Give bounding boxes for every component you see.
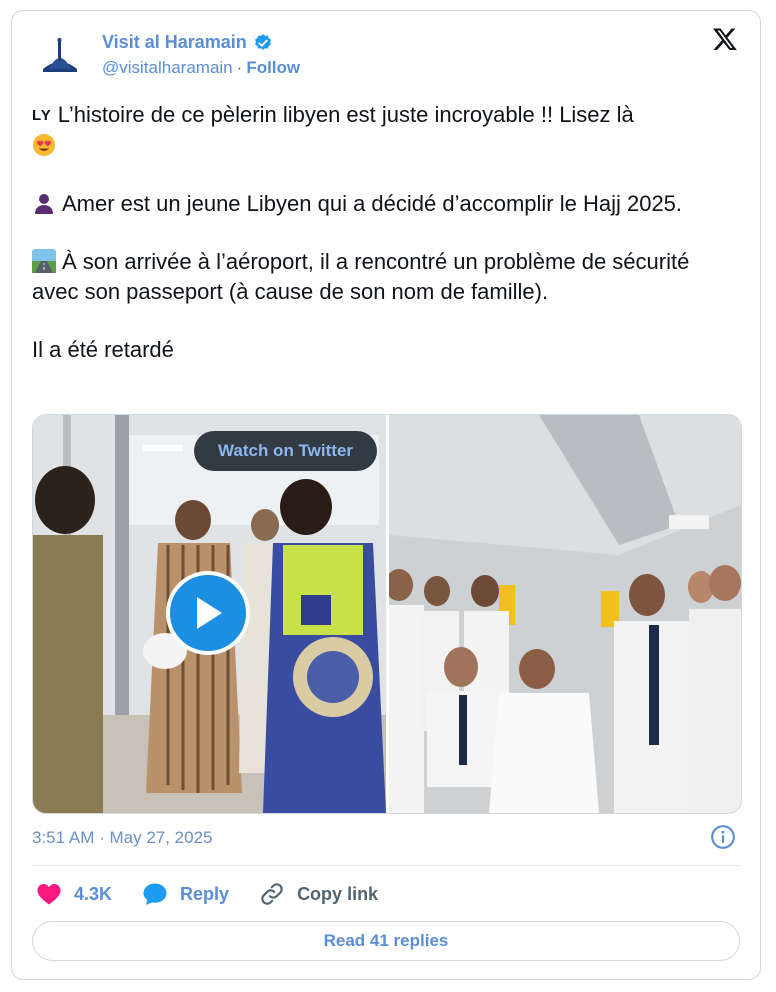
tweet-line-4: Il a été retardé	[32, 335, 732, 365]
play-button[interactable]	[166, 571, 250, 655]
avatar-mosque-icon	[43, 38, 77, 72]
reply-label: Reply	[180, 883, 230, 904]
tweet-line-2: Amer est un jeune Libyen qui a décidé d’…	[32, 189, 732, 219]
verified-badge-icon	[254, 33, 271, 50]
crew-photo[interactable]	[389, 415, 741, 813]
reply-button[interactable]: Reply	[142, 882, 229, 906]
copy-link-label: Copy link	[297, 883, 379, 904]
action-bar: 4.3K Reply Copy link	[36, 878, 408, 910]
airplane-crew-illustration	[389, 415, 741, 813]
author-handle[interactable]: @visitalharamain	[102, 58, 233, 77]
separator-dot: ·	[236, 58, 243, 77]
media-grid: Watch on Twitter	[32, 414, 742, 814]
tweet-timestamp[interactable]: 3:51 AM · May 27, 2025	[32, 828, 213, 848]
tweet-text: LY L’histoire de ce pèlerin libyen est ju…	[32, 100, 732, 393]
author-name[interactable]: Visit al Haramain	[102, 32, 247, 53]
video-thumbnail[interactable]: Watch on Twitter	[33, 415, 386, 813]
avatar[interactable]	[30, 26, 90, 86]
read-replies-button[interactable]: Read 41 replies	[32, 921, 740, 961]
play-icon	[197, 597, 222, 629]
like-button[interactable]: 4.3K	[36, 882, 112, 906]
road-motorway-icon	[32, 249, 56, 273]
like-count: 4.3K	[74, 883, 113, 904]
tweet-line-2-text: Amer est un jeune Libyen qui a décidé d’…	[62, 191, 683, 216]
follow-button[interactable]: Follow	[246, 58, 300, 77]
tweet-line-4-text: Il a été retardé	[32, 337, 174, 362]
tweet-line-1: LY L’histoire de ce pèlerin libyen est ju…	[32, 100, 732, 161]
divider	[32, 865, 740, 866]
heart-eyes-emoji-icon	[33, 134, 55, 156]
x-logo-icon[interactable]	[711, 26, 739, 52]
author-name-row: Visit al Haramain	[102, 32, 273, 53]
tweet-line-1-text: L’histoire de ce pèlerin libyen est just…	[57, 102, 634, 127]
author-handle-row: @visitalharamain · Follow	[102, 58, 300, 78]
reply-bubble-icon	[143, 883, 167, 905]
heart-icon	[37, 884, 61, 905]
link-icon	[261, 883, 283, 905]
info-icon[interactable]	[710, 824, 736, 850]
person-silhouette-icon	[35, 194, 53, 214]
libya-flag-icon: LY	[32, 107, 52, 124]
tweet-line-3-text: À son arrivée à l’aéroport, il a rencont…	[32, 249, 690, 304]
copy-link-button[interactable]: Copy link	[259, 881, 378, 907]
watch-on-twitter-button[interactable]: Watch on Twitter	[194, 431, 377, 471]
tweet-line-3: À son arrivée à l’aéroport, il a rencont…	[32, 247, 732, 307]
